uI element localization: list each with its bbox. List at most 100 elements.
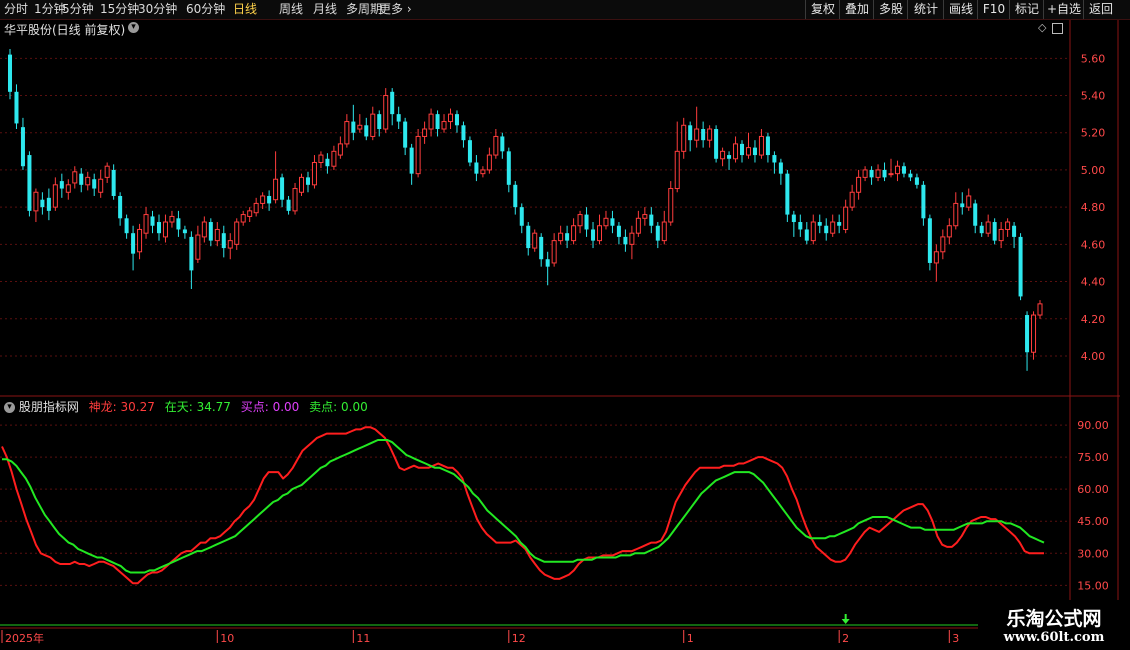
price-tick-1: 4.20 (1081, 313, 1106, 326)
candle-body-42 (280, 177, 285, 200)
candle-body-22 (150, 216, 155, 226)
price-tick-0: 4.00 (1081, 350, 1106, 363)
candle-body-37 (247, 210, 253, 217)
period-tab-8[interactable]: 月线 (313, 1, 337, 18)
watermark-line1: 乐淘公式网 (1006, 608, 1102, 630)
ind-tick-1: 30.00 (1077, 547, 1109, 560)
candle-body-55 (364, 125, 369, 137)
candle-body-123 (804, 229, 809, 241)
candle-body-38 (253, 202, 259, 214)
candle-body-89 (584, 214, 589, 230)
candle-body-14 (98, 178, 104, 193)
indicator-item-3: 卖点: 0.00 (305, 400, 368, 414)
candle-body-45 (299, 176, 305, 193)
candle-body-155 (1012, 225, 1017, 237)
period-tab-7[interactable]: 周线 (279, 1, 303, 18)
toolbar-action-1[interactable]: 叠加 (839, 0, 874, 19)
toolbar-action-6[interactable]: 标记 (1009, 0, 1044, 19)
period-tab-5[interactable]: 60分钟 (186, 1, 225, 18)
candle-body-40 (267, 195, 272, 204)
candle-body-15 (104, 165, 110, 178)
candle-body-57 (377, 114, 382, 130)
toolbar-action-7[interactable]: +自选 (1043, 0, 1084, 19)
candle-body-107 (701, 129, 706, 141)
candle-body-52 (344, 121, 350, 145)
candle-body-46 (305, 177, 310, 185)
candle-body-67 (441, 121, 447, 130)
candle-body-3 (27, 155, 32, 211)
diamond-icon[interactable]: ◇ (1038, 21, 1046, 34)
candle-body-7 (52, 184, 58, 208)
candle-body-29 (195, 234, 201, 260)
toolbar-action-4[interactable]: 画线 (943, 0, 978, 19)
toolbar-action-5[interactable]: F10 (977, 0, 1010, 19)
price-tick-5: 5.00 (1081, 164, 1106, 177)
candle-body-98 (642, 214, 648, 219)
period-tab-2[interactable]: 5分钟 (62, 1, 94, 18)
candle-body-156 (1018, 236, 1023, 297)
candle-body-141 (921, 184, 926, 219)
period-toolbar: 分时 1分钟 5分钟 15分钟 30分钟 60分钟 日线 周线 月线 多周期 更多 › 复权 叠加 多股统… (0, 0, 1130, 20)
toolbar-action-3[interactable]: 统计 (907, 0, 944, 19)
candle-body-92 (603, 217, 609, 227)
month-label-5: 2 (842, 632, 849, 645)
watermark-line2: www.60lt.com (1003, 630, 1105, 645)
month-label-3: 12 (512, 632, 526, 645)
period-tab-10[interactable]: 更多 › (379, 1, 412, 18)
candle-body-28 (189, 236, 194, 271)
candle-body-150 (979, 225, 984, 234)
maximize-icon[interactable] (1052, 23, 1063, 34)
candle-body-18 (124, 218, 129, 234)
candle-body-94 (616, 225, 621, 237)
candle-body-91 (596, 225, 603, 242)
candle-body-111 (727, 155, 732, 159)
period-tab-1[interactable]: 1分钟 (34, 1, 66, 18)
candle-body-116 (758, 135, 764, 156)
candle-body-10 (72, 171, 78, 184)
price-tick-7: 5.40 (1081, 90, 1106, 103)
candle-body-129 (843, 206, 849, 230)
toolbar-action-8[interactable]: 返回 (1083, 0, 1118, 19)
price-tick-2: 4.40 (1081, 276, 1106, 289)
candle-body-143 (933, 251, 939, 264)
candle-body-103 (674, 150, 680, 190)
candle-body-144 (940, 236, 946, 253)
candle-body-104 (681, 124, 687, 152)
candle-body-96 (629, 232, 635, 245)
month-label-0: 2025年 (5, 631, 44, 645)
indicator-item-2: 买点: 0.00 (236, 400, 300, 414)
candle-body-121 (791, 214, 796, 223)
candle-body-39 (260, 195, 266, 204)
candle-body-59 (390, 91, 395, 115)
candle-body-147 (960, 203, 965, 208)
candle-body-101 (661, 221, 667, 242)
period-tab-9[interactable]: 多周期 (346, 1, 382, 18)
candle-body-149 (973, 203, 978, 226)
month-label-6: 3 (952, 632, 959, 645)
period-tab-4[interactable]: 30分钟 (138, 1, 177, 18)
toolbar-action-2[interactable]: 多股 (873, 0, 908, 19)
period-tab-6[interactable]: 日线 (233, 1, 257, 18)
ind-tick-4: 75.00 (1077, 451, 1109, 464)
main-title-dropdown-icon[interactable]: ▾ (128, 22, 139, 33)
indicator-series-1 (2, 439, 1045, 574)
candle-body-41 (273, 178, 279, 201)
candle-body-87 (571, 225, 577, 242)
toolbar-action-0[interactable]: 复权 (805, 0, 840, 19)
candle-body-86 (565, 233, 570, 241)
indicator-dropdown-icon[interactable]: ▾ (4, 402, 15, 413)
candle-body-25 (169, 215, 175, 223)
period-tab-0[interactable]: 分时 (4, 1, 28, 18)
candle-body-13 (92, 179, 97, 189)
candle-body-19 (131, 233, 136, 254)
candle-body-60 (396, 114, 401, 122)
candle-body-8 (59, 181, 64, 189)
candle-body-117 (765, 136, 770, 156)
candle-body-24 (162, 221, 168, 238)
candle-body-85 (558, 232, 564, 242)
candle-body-2 (20, 127, 25, 167)
period-tab-3[interactable]: 15分钟 (100, 1, 139, 18)
candle-body-21 (143, 214, 149, 234)
candle-body-77 (506, 151, 511, 185)
candle-body-84 (551, 240, 557, 264)
